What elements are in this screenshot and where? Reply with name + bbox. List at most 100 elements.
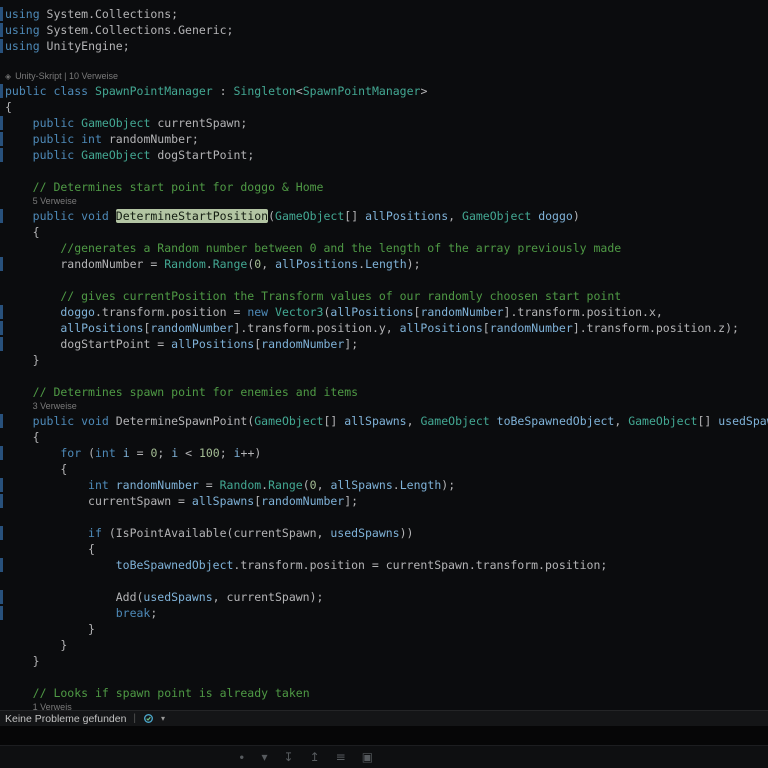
code-token[interactable]: } bbox=[33, 654, 40, 668]
code-line[interactable]: currentSpawn = allSpawns[randomNumber]; bbox=[0, 493, 768, 509]
codelens-text[interactable]: Unity-Skript | 10 Verweise bbox=[15, 71, 118, 81]
code-token[interactable]: GameObject bbox=[254, 414, 323, 428]
code-token[interactable]: Random bbox=[164, 257, 206, 271]
code-token[interactable]: randomNumber = bbox=[60, 257, 164, 271]
code-token[interactable]: } bbox=[60, 638, 67, 652]
code-token[interactable]: int bbox=[88, 478, 109, 492]
code-token[interactable]: . bbox=[393, 478, 400, 492]
code-token[interactable]: using bbox=[5, 23, 40, 37]
code-line[interactable]: using System.Collections.Generic; bbox=[0, 22, 768, 38]
code-token[interactable]: allSpawns bbox=[344, 414, 406, 428]
code-token[interactable]: SpawnPointManager bbox=[303, 84, 421, 98]
code-line[interactable]: { bbox=[0, 461, 768, 477]
code-token[interactable]: randomNumber bbox=[261, 337, 344, 351]
code-token[interactable]: dogStartPoint; bbox=[150, 148, 254, 162]
codelens-text[interactable]: 1 Verweis bbox=[33, 702, 72, 710]
code-health-icon[interactable] bbox=[143, 713, 154, 724]
highlighted-symbol[interactable]: DetermineStartPosition bbox=[115, 209, 269, 223]
code-token[interactable]: { bbox=[88, 542, 95, 556]
code-token[interactable]: randomNumber bbox=[420, 305, 503, 319]
code-line[interactable]: public class SpawnPointManager : Singlet… bbox=[0, 83, 768, 99]
code-token[interactable]: ) bbox=[573, 209, 580, 223]
code-token[interactable]: public bbox=[33, 148, 81, 162]
codelens-text[interactable]: 5 Verweise bbox=[33, 196, 77, 206]
code-token[interactable]: } bbox=[88, 622, 95, 636]
codelens-text[interactable]: 3 Verweise bbox=[33, 401, 77, 411]
code-token[interactable]: GameObject bbox=[462, 209, 531, 223]
code-line[interactable]: for (int i = 0; i < 100; i++) bbox=[0, 445, 768, 461]
list-icon[interactable]: ≡ bbox=[336, 751, 346, 763]
code-line[interactable]: public GameObject currentSpawn; bbox=[0, 115, 768, 131]
code-token[interactable]: ; bbox=[220, 446, 234, 460]
code-token[interactable]: GameObject bbox=[420, 414, 489, 428]
code-token[interactable]: Add( bbox=[116, 590, 144, 604]
code-token[interactable]: System.Collections; bbox=[40, 7, 179, 21]
blank-line[interactable] bbox=[0, 54, 768, 70]
code-line[interactable]: } bbox=[0, 621, 768, 637]
code-token[interactable]: : bbox=[213, 84, 234, 98]
code-token[interactable]: < bbox=[178, 446, 199, 460]
code-token[interactable]: { bbox=[5, 100, 12, 114]
code-token[interactable]: allPositions bbox=[60, 321, 143, 335]
code-token[interactable]: currentSpawn = bbox=[88, 494, 192, 508]
code-token[interactable]: , currentSpawn); bbox=[213, 590, 324, 604]
code-token[interactable]: .transform.position = currentSpawn.trans… bbox=[233, 558, 607, 572]
code-token[interactable]: { bbox=[60, 462, 67, 476]
code-line[interactable]: // Looks if spawn point is already taken bbox=[0, 685, 768, 701]
problems-indicator[interactable]: Keine Probleme gefunden bbox=[5, 713, 126, 725]
code-line[interactable]: randomNumber = Random.Range(0, allPositi… bbox=[0, 256, 768, 272]
code-token[interactable]: GameObject bbox=[81, 148, 150, 162]
code-token[interactable]: [] bbox=[344, 209, 365, 223]
code-token[interactable]: < bbox=[296, 84, 303, 98]
code-token[interactable]: toBeSpawnedObject bbox=[116, 558, 234, 572]
code-line[interactable]: public void DetermineStartPosition(GameO… bbox=[0, 208, 768, 224]
open-window-icon[interactable]: ▣ bbox=[362, 751, 373, 763]
code-token[interactable]: ( bbox=[303, 478, 310, 492]
code-token[interactable]: ( bbox=[81, 446, 95, 460]
code-token[interactable]: GameObject bbox=[275, 209, 344, 223]
code-token[interactable]: randomNumber bbox=[116, 478, 199, 492]
code-token[interactable]: Singleton bbox=[234, 84, 296, 98]
code-token[interactable]: public class bbox=[5, 84, 95, 98]
step-out-icon[interactable]: ↥ bbox=[310, 751, 320, 763]
chevron-down-icon[interactable]: ▾ bbox=[161, 714, 165, 723]
code-token[interactable]: public void bbox=[33, 209, 116, 223]
code-token[interactable]: new bbox=[247, 305, 275, 319]
code-token[interactable]: , bbox=[407, 414, 421, 428]
code-token[interactable] bbox=[490, 414, 497, 428]
code-token[interactable]: ; bbox=[150, 606, 157, 620]
code-token[interactable]: usedSpawns bbox=[330, 526, 399, 540]
chevron-down-icon[interactable]: ▾ bbox=[262, 751, 268, 763]
code-token[interactable]: allPositions bbox=[275, 257, 358, 271]
code-token[interactable]: GameObject bbox=[628, 414, 697, 428]
code-token[interactable]: allPositions bbox=[330, 305, 413, 319]
code-line[interactable]: { bbox=[0, 541, 768, 557]
code-token[interactable]: Vector3 bbox=[275, 305, 323, 319]
code-token[interactable]: i bbox=[123, 446, 130, 460]
code-line[interactable]: toBeSpawnedObject.transform.position = c… bbox=[0, 557, 768, 573]
code-token[interactable]: public bbox=[33, 116, 81, 130]
code-token[interactable]: // Looks if spawn point is already taken bbox=[33, 686, 310, 700]
code-token[interactable]: public void bbox=[33, 414, 116, 428]
code-token[interactable]: . bbox=[206, 257, 213, 271]
code-line[interactable]: } bbox=[0, 352, 768, 368]
code-token[interactable]: { bbox=[33, 430, 40, 444]
code-token[interactable]: Range bbox=[268, 478, 303, 492]
code-token[interactable]: , bbox=[317, 478, 331, 492]
code-line[interactable]: doggo.transform.position = new Vector3(a… bbox=[0, 304, 768, 320]
code-line[interactable]: { bbox=[0, 224, 768, 240]
code-token[interactable]: = bbox=[199, 478, 220, 492]
code-token[interactable]: int bbox=[95, 446, 116, 460]
code-token[interactable]: { bbox=[33, 225, 40, 239]
code-token[interactable]: ); bbox=[407, 257, 421, 271]
code-token[interactable]: [] bbox=[324, 414, 345, 428]
code-token[interactable]: Length bbox=[365, 257, 407, 271]
step-into-icon[interactable]: ↧ bbox=[284, 751, 294, 763]
code-token[interactable]: [ bbox=[483, 321, 490, 335]
code-token[interactable]: for bbox=[60, 446, 81, 460]
code-token[interactable]: , bbox=[261, 257, 275, 271]
code-token[interactable]: ); bbox=[441, 478, 455, 492]
code-token[interactable]: ]; bbox=[344, 337, 358, 351]
code-token[interactable]: allPositions bbox=[400, 321, 483, 335]
code-token[interactable]: ]; bbox=[344, 494, 358, 508]
